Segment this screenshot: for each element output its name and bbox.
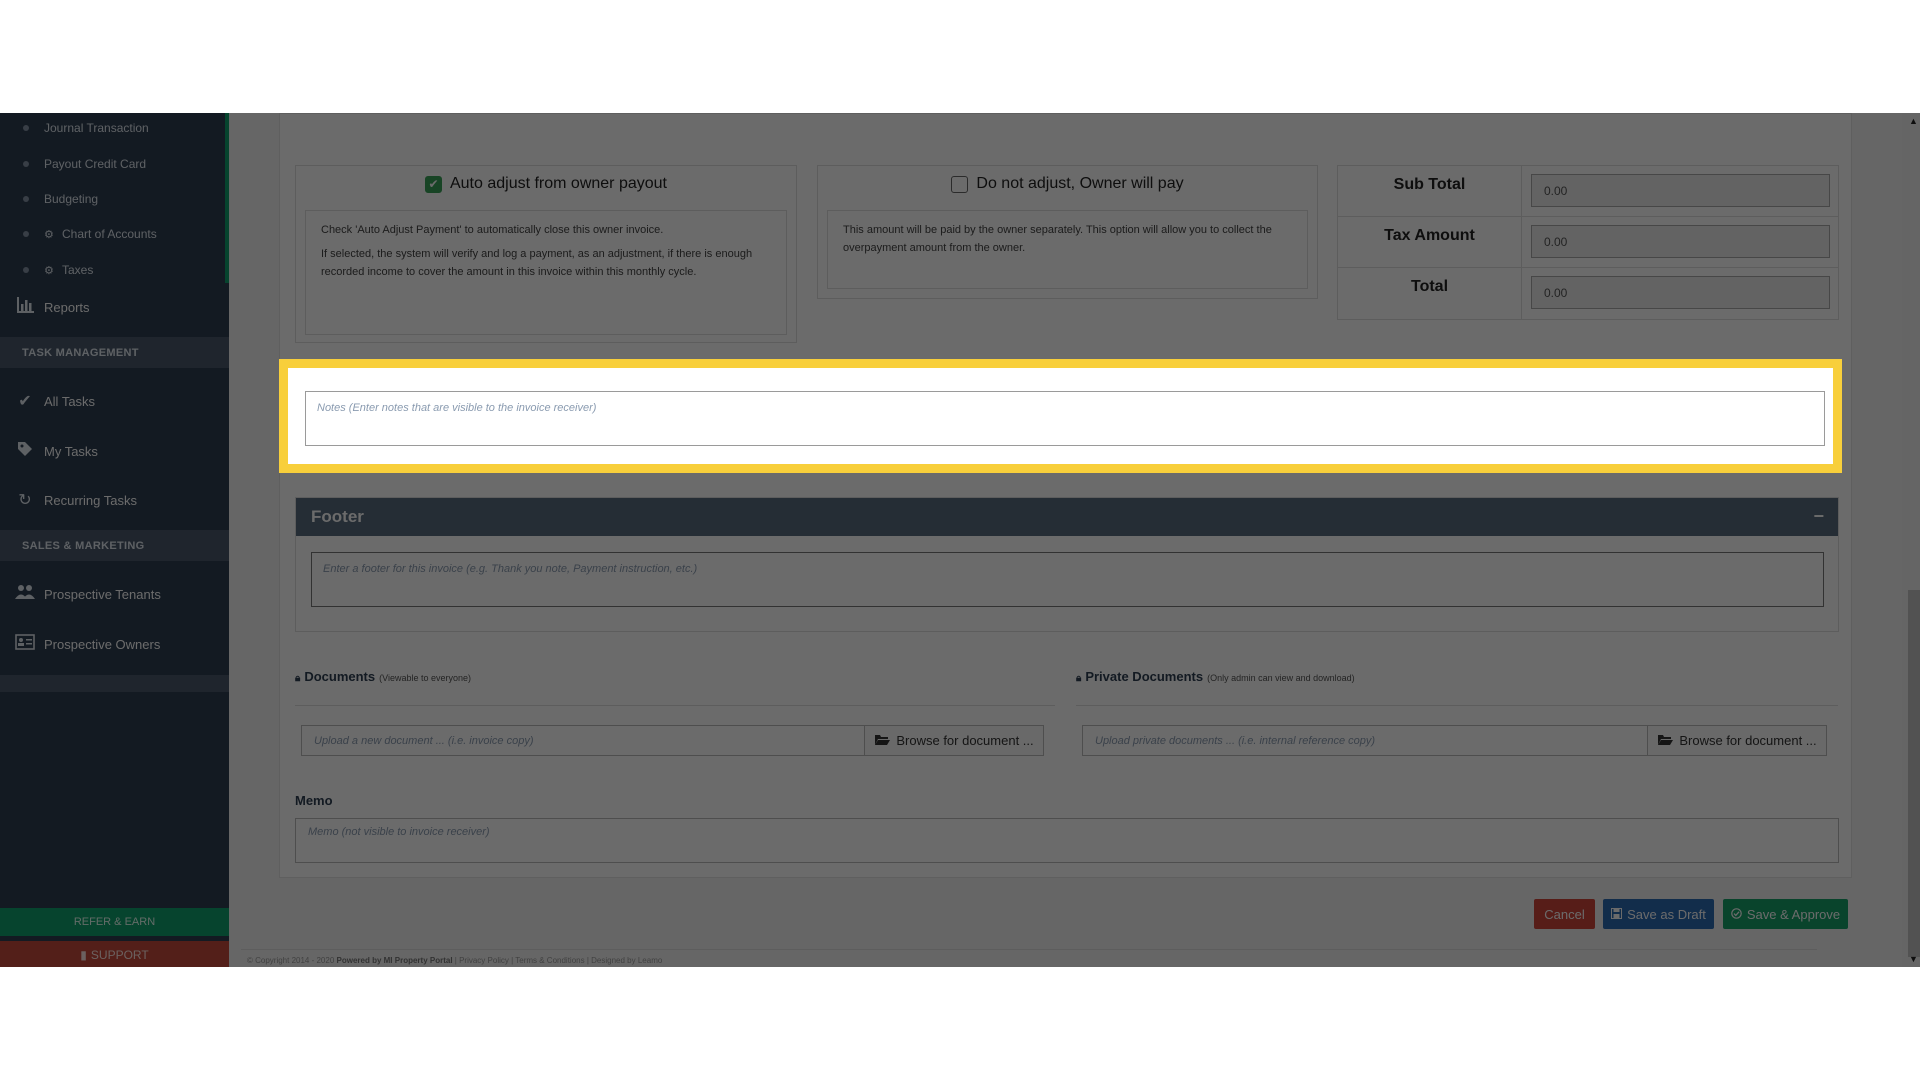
scrollbar-thumb[interactable]	[1908, 590, 1920, 957]
gear-icon: ⚙	[44, 264, 54, 277]
footer-input[interactable]: Enter a footer for this invoice (e.g. Th…	[311, 552, 1824, 607]
sidebar-item-recurring-tasks[interactable]: ↻ Recurring Tasks	[0, 480, 229, 520]
refer-earn-button[interactable]: REFER & EARN	[0, 908, 229, 936]
private-documents-browse-button[interactable]: Browse for document ...	[1648, 726, 1826, 755]
sub-total-field: 0.00	[1531, 174, 1830, 207]
powered-by-link[interactable]: Powered by MI Property Portal	[337, 956, 453, 965]
check-circle-icon	[1731, 907, 1742, 922]
app-window: Journal Transaction Payout Credit Card B…	[0, 113, 1920, 967]
total-row: Total 0.00	[1338, 268, 1838, 319]
total-label: Total	[1338, 268, 1522, 319]
auto-adjust-checkbox[interactable]: ✔	[424, 175, 442, 193]
sidebar-item-prospective-owners[interactable]: Prospective Owners	[0, 624, 229, 664]
save-approve-button[interactable]: Save & Approve	[1723, 899, 1848, 929]
auto-adjust-description: Check 'Auto Adjust Payment' to automatic…	[305, 210, 787, 335]
gear-icon: ⚙	[44, 228, 54, 241]
notes-spotlight: Notes (Enter notes that are visible to t…	[279, 359, 1842, 473]
section-header-task-management: TASK MANAGEMENT	[0, 337, 229, 368]
tax-amount-field: 0.00	[1531, 225, 1830, 258]
scroll-up-icon[interactable]: ▲	[1909, 116, 1918, 126]
refresh-icon: ↻	[18, 492, 32, 509]
copyright-text: © Copyright 2014 - 2020 Powered by MI Pr…	[247, 956, 663, 965]
folder-open-icon	[874, 733, 891, 749]
save-draft-button[interactable]: Save as Draft	[1603, 899, 1714, 929]
bullet-icon	[23, 125, 29, 131]
sub-total-label: Sub Total	[1338, 166, 1522, 217]
bullet-icon	[23, 231, 29, 237]
sidebar: Journal Transaction Payout Credit Card B…	[0, 113, 229, 967]
tag-icon	[14, 441, 36, 462]
section-header-sales-marketing: SALES & MARKETING	[0, 530, 229, 561]
sidebar-item-reports[interactable]: Reports	[0, 287, 229, 327]
auto-adjust-option-box: ✔ Auto adjust from owner payout Check 'A…	[295, 165, 797, 343]
sidebar-item-all-tasks[interactable]: ✔ All Tasks	[0, 381, 229, 421]
private-documents-upload: Upload private documents ... (i.e. inter…	[1082, 725, 1827, 756]
tax-amount-label: Tax Amount	[1338, 217, 1522, 268]
lock-icon: 🔒︎	[1076, 673, 1082, 684]
totals-table: Sub Total 0.00 Tax Amount 0.00 Total 0.0…	[1337, 165, 1839, 320]
memo-input[interactable]: Memo (not visible to invoice receiver)	[295, 818, 1839, 863]
sidebar-item-my-tasks[interactable]: My Tasks	[0, 431, 229, 471]
footer-header: Footer −	[296, 498, 1838, 536]
lock-icon: 🔒︎	[295, 673, 301, 684]
scroll-down-icon[interactable]: ▼	[1909, 954, 1918, 964]
users-icon	[14, 584, 36, 605]
notes-input[interactable]: Notes (Enter notes that are visible to t…	[305, 391, 1825, 446]
page-footer-divider	[241, 949, 1817, 950]
cancel-button[interactable]: Cancel	[1534, 899, 1595, 929]
documents-divider	[295, 705, 1055, 706]
documents-upload-input[interactable]: Upload a new document ... (i.e. invoice …	[302, 726, 865, 755]
documents-browse-button[interactable]: Browse for document ...	[865, 726, 1043, 755]
sidebar-divider	[0, 675, 229, 692]
bullet-icon	[23, 161, 29, 167]
no-adjust-option-box: Do not adjust, Owner will pay This amoun…	[817, 165, 1318, 299]
tax-amount-row: Tax Amount 0.00	[1338, 217, 1838, 268]
policy-links[interactable]: | Privacy Policy | Terms & Conditions	[455, 956, 585, 965]
check-icon: ✔	[18, 393, 32, 410]
total-field: 0.00	[1531, 276, 1830, 309]
no-adjust-option[interactable]: Do not adjust, Owner will pay	[818, 172, 1317, 196]
folder-open-icon	[1657, 733, 1674, 749]
id-card-icon	[14, 633, 36, 655]
sidebar-item-prospective-tenants[interactable]: Prospective Tenants	[0, 574, 229, 614]
private-documents-divider	[1076, 705, 1838, 706]
private-documents-title: 🔒︎ Private Documents (Only admin can vie…	[1076, 669, 1355, 684]
documents-title: 🔒︎ Documents (Viewable to everyone)	[295, 669, 472, 684]
sidebar-item-chart-of-accounts[interactable]: ⚙ Chart of Accounts	[0, 219, 229, 249]
sidebar-item-budgeting[interactable]: Budgeting	[0, 184, 229, 214]
highlight-frame: Notes (Enter notes that are visible to t…	[279, 359, 1842, 473]
footer-panel: Footer − Enter a footer for this invoice…	[295, 497, 1839, 632]
sub-total-row: Sub Total 0.00	[1338, 166, 1838, 217]
memo-label: Memo	[295, 793, 333, 808]
book-icon: ▮	[80, 948, 87, 962]
collapse-icon[interactable]: −	[1813, 506, 1824, 527]
sidebar-item-payout-credit-card[interactable]: Payout Credit Card	[0, 149, 229, 179]
save-icon	[1611, 907, 1623, 922]
sidebar-item-journal-transaction[interactable]: Journal Transaction	[0, 113, 229, 143]
bullet-icon	[23, 196, 29, 202]
auto-adjust-option[interactable]: ✔ Auto adjust from owner payout	[296, 172, 796, 196]
support-button[interactable]: ▮ SUPPORT	[0, 941, 229, 967]
bar-chart-icon	[14, 296, 36, 318]
documents-upload: Upload a new document ... (i.e. invoice …	[301, 725, 1044, 756]
private-documents-upload-input[interactable]: Upload private documents ... (i.e. inter…	[1083, 726, 1648, 755]
no-adjust-description: This amount will be paid by the owner se…	[827, 210, 1308, 289]
bullet-icon	[23, 267, 29, 273]
sidebar-item-taxes[interactable]: ⚙ Taxes	[0, 255, 229, 285]
no-adjust-checkbox[interactable]	[951, 175, 969, 193]
